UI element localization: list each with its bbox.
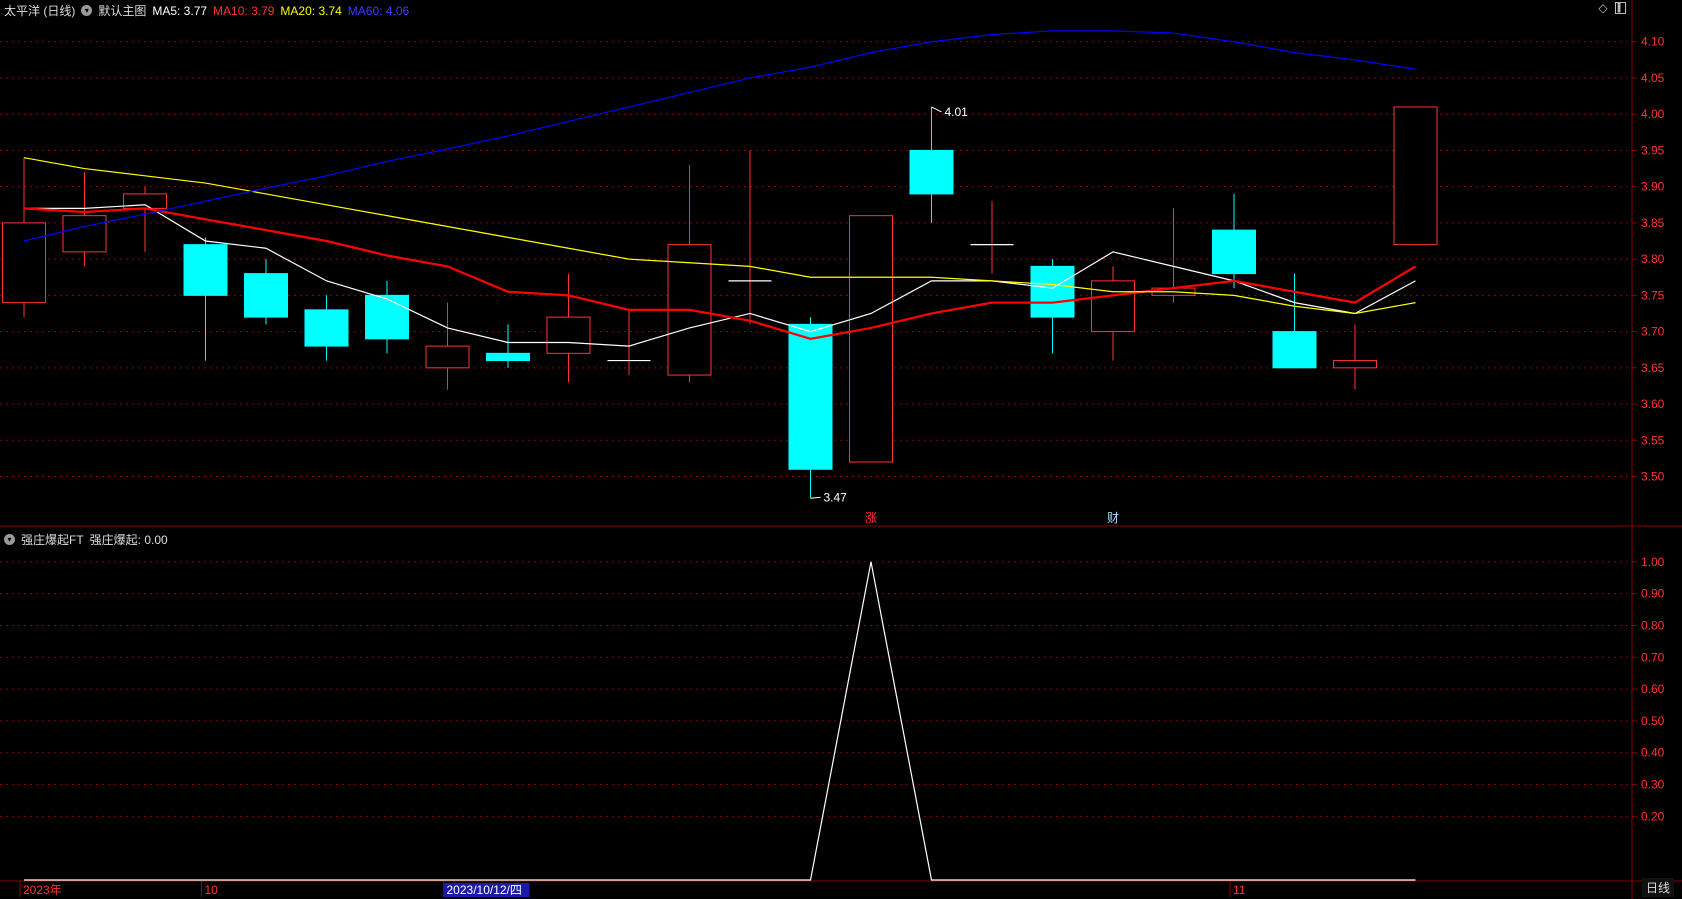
- price-tick-label: 4.10: [1641, 35, 1665, 49]
- high-price-label: 4.01: [945, 105, 969, 119]
- price-tick-label: 3.55: [1641, 433, 1665, 447]
- indicator-header: ▾ 强庄爆起FT 强庄爆起: 0.00: [4, 531, 168, 548]
- low-marker-arrow: [810, 496, 821, 499]
- candle-body-down[interactable]: [788, 323, 833, 470]
- candle-body-up[interactable]: [849, 215, 893, 463]
- candle-body-up[interactable]: [2, 222, 46, 304]
- indicator-dropdown-icon[interactable]: ▾: [4, 534, 15, 545]
- time-axis-label: 2023/10/12/四: [447, 883, 522, 897]
- price-tick-label: 4.00: [1641, 107, 1665, 121]
- indicator-tick-label: 0.20: [1641, 809, 1665, 823]
- time-axis-label: 10: [205, 883, 219, 897]
- indicator-tick-label: 0.50: [1641, 714, 1665, 728]
- indicator-value: 强庄爆起: 0.00: [89, 533, 168, 547]
- indicator-tick-label: 0.60: [1641, 682, 1665, 696]
- price-tick-label: 3.75: [1641, 288, 1665, 302]
- price-tick-label: 3.90: [1641, 180, 1665, 194]
- price-tick-label: 3.80: [1641, 252, 1665, 266]
- ma-line-ma60: [23, 30, 1416, 242]
- candle-body-down[interactable]: [1272, 331, 1317, 369]
- candle-body-down[interactable]: [486, 352, 530, 362]
- candle-body-down[interactable]: [365, 294, 409, 340]
- template-dropdown-icon[interactable]: ▾: [81, 5, 93, 16]
- kline-chart[interactable]: 4.10 4.05 4.00 3.95 3.90 3.85 3.80 3.75 3.70 3.65…: [0, 0, 1682, 899]
- event-marker[interactable]: 财: [1107, 511, 1119, 525]
- time-axis-label: 2023年: [23, 883, 62, 897]
- candle-body-up[interactable]: [546, 316, 591, 354]
- ma-line-ma5: [24, 204, 1416, 347]
- event-marker[interactable]: 涨: [865, 510, 877, 525]
- ma5-value: MA5: 3.77: [152, 3, 208, 18]
- ma20-value: MA20: 3.74: [280, 3, 342, 18]
- ma60-value: MA60: 4.06: [347, 3, 410, 18]
- indicator-tick-label: 0.40: [1641, 746, 1665, 760]
- candle-body-up[interactable]: [1091, 280, 1135, 333]
- ma-line-ma20: [23, 157, 1416, 315]
- price-tick-label: 3.65: [1641, 361, 1665, 375]
- window-toggle-icon[interactable]: ▌: [1615, 2, 1626, 14]
- indicator-tick-label: 0.30: [1641, 778, 1665, 792]
- time-axis-label: 11: [1233, 883, 1246, 897]
- candle-body-down[interactable]: [244, 273, 288, 318]
- price-tick-label: 3.50: [1641, 470, 1665, 484]
- low-price-label: 3.47: [824, 490, 848, 504]
- indicator-name: 强庄爆起FT: [21, 533, 84, 547]
- period-badge[interactable]: 日线: [1641, 878, 1674, 897]
- price-tick-label: 3.70: [1641, 325, 1665, 339]
- price-tick-label: 3.95: [1641, 143, 1665, 157]
- candle-body-down[interactable]: [1030, 265, 1075, 318]
- ma-line-ma10: [23, 207, 1417, 340]
- candle-body-down[interactable]: [304, 309, 349, 347]
- candle-body-down[interactable]: [1212, 229, 1256, 275]
- diamond-icon[interactable]: ◇: [1597, 2, 1609, 14]
- template-label: 默认主图: [98, 4, 147, 18]
- candle-body-up[interactable]: [62, 215, 107, 253]
- indicator-tick-label: 0.70: [1641, 650, 1665, 664]
- price-tick-label: 3.85: [1641, 216, 1665, 230]
- candle-body-down[interactable]: [183, 244, 228, 296]
- top-right-controls: ◇ ▌: [1597, 2, 1626, 14]
- ma10-value: MA10: 3.79: [213, 3, 275, 18]
- candle-body-down[interactable]: [909, 149, 954, 195]
- candle-body-up[interactable]: [425, 345, 470, 369]
- indicator-tick-label: 0.90: [1641, 587, 1665, 601]
- price-tick-label: 3.60: [1641, 397, 1665, 411]
- candle-body-up[interactable]: [1333, 360, 1377, 369]
- high-marker-arrow: [931, 106, 942, 113]
- candle-body-up[interactable]: [1393, 106, 1438, 246]
- price-tick-label: 4.05: [1641, 71, 1665, 85]
- indicator-tick-label: 0.80: [1641, 618, 1665, 632]
- main-chart-header: 太平洋 (日线) ▾ 默认主图 MA5: 3.77 MA10: 3.79 MA2…: [4, 2, 409, 19]
- indicator-tick-label: 1.00: [1641, 555, 1665, 569]
- stock-title: 太平洋 (日线): [4, 4, 76, 18]
